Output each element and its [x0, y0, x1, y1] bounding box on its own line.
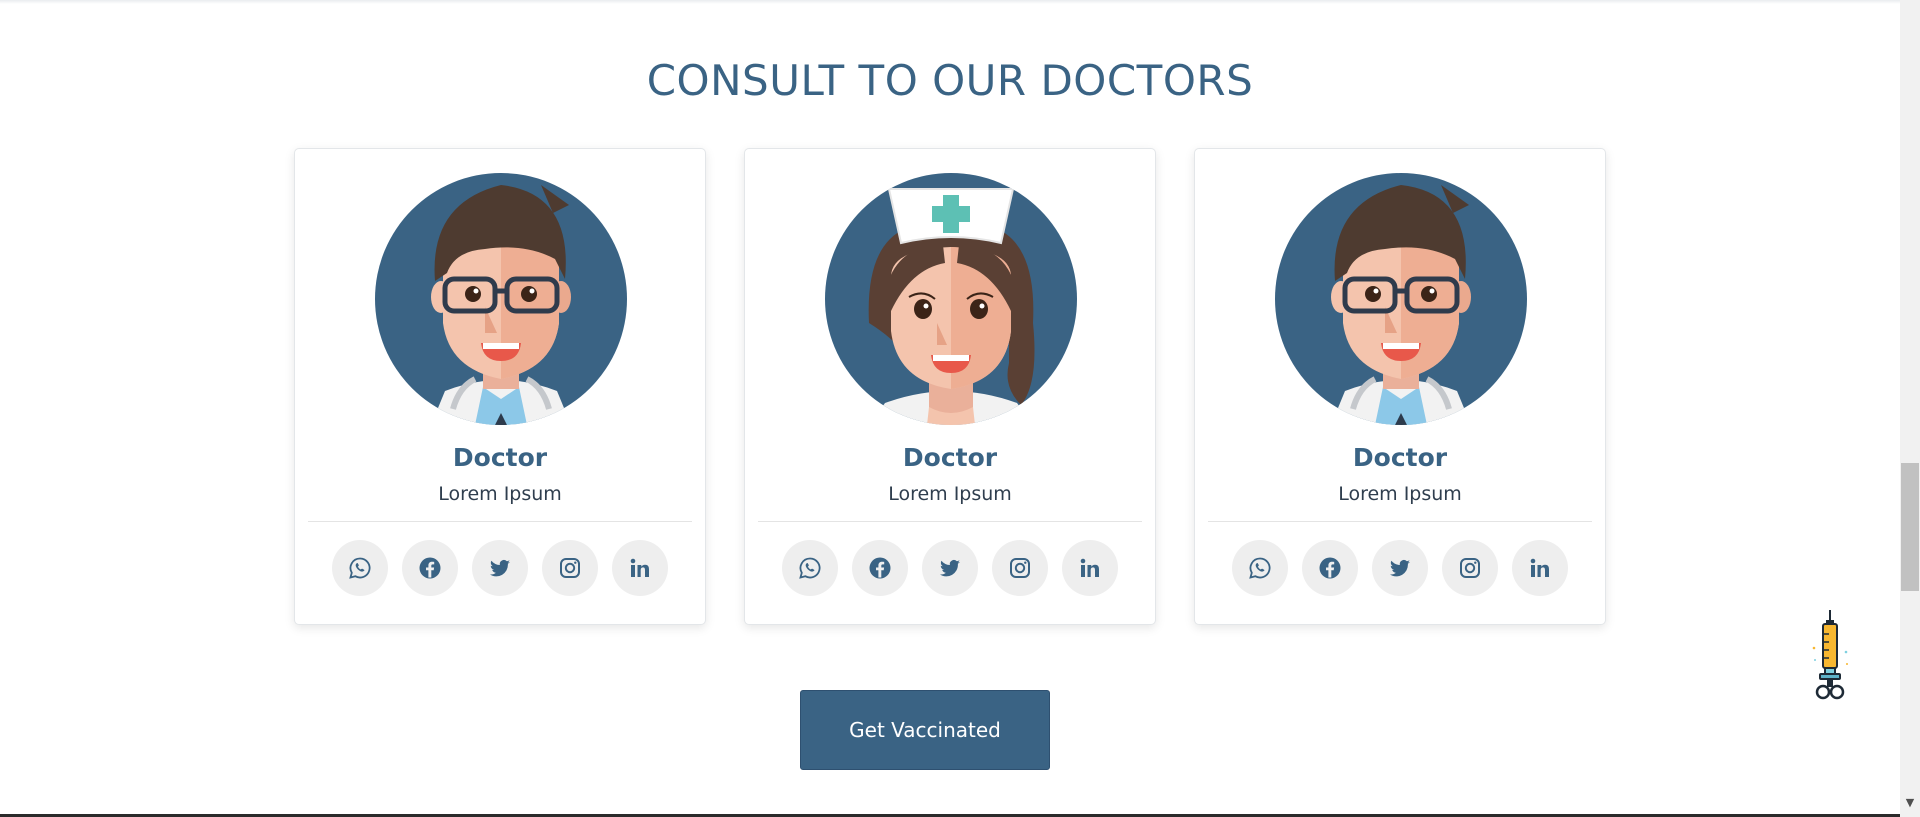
- linkedin-link[interactable]: [1512, 540, 1568, 596]
- facebook-link[interactable]: [402, 540, 458, 596]
- twitter-link[interactable]: [1372, 540, 1428, 596]
- linkedin-link[interactable]: [612, 540, 668, 596]
- linkedin-icon: [1080, 558, 1099, 577]
- doctor-name: Doctor: [902, 443, 998, 472]
- scrollbar-thumb[interactable]: [1901, 463, 1919, 591]
- card-divider: [1208, 521, 1592, 522]
- twitter-icon: [490, 559, 510, 577]
- social-links: [782, 540, 1122, 596]
- twitter-link[interactable]: [922, 540, 978, 596]
- social-links: [1232, 540, 1572, 596]
- instagram-icon: [560, 558, 580, 578]
- instagram-link[interactable]: [992, 540, 1048, 596]
- male-doctor-avatar: [1275, 173, 1527, 425]
- facebook-link[interactable]: [1302, 540, 1358, 596]
- facebook-icon: [1319, 557, 1341, 579]
- get-vaccinated-button[interactable]: Get Vaccinated: [800, 690, 1050, 770]
- doctor-card: Doctor Lorem Ipsum: [1194, 148, 1606, 625]
- facebook-icon: [869, 557, 891, 579]
- linkedin-icon: [630, 558, 649, 577]
- card-divider: [758, 521, 1142, 522]
- doctor-role: Lorem Ipsum: [438, 483, 562, 505]
- doctor-cards: Doctor Lorem Ipsum Doctor Lorem Ipsum Do…: [294, 148, 1606, 626]
- doctor-role: Lorem Ipsum: [888, 483, 1012, 505]
- whatsapp-link[interactable]: [1232, 540, 1288, 596]
- syringe-icon[interactable]: [1808, 608, 1852, 702]
- instagram-link[interactable]: [542, 540, 598, 596]
- instagram-icon: [1010, 558, 1030, 578]
- male-doctor-avatar: [375, 173, 627, 425]
- instagram-link[interactable]: [1442, 540, 1498, 596]
- doctor-role: Lorem Ipsum: [1338, 483, 1462, 505]
- chevron-down-icon[interactable]: ▼: [1903, 796, 1917, 810]
- scrollbar-track[interactable]: [1900, 0, 1920, 817]
- twitter-icon: [1390, 559, 1410, 577]
- facebook-icon: [419, 557, 441, 579]
- instagram-icon: [1460, 558, 1480, 578]
- nurse-avatar: [825, 173, 1077, 425]
- whatsapp-link[interactable]: [332, 540, 388, 596]
- linkedin-icon: [1530, 558, 1549, 577]
- linkedin-link[interactable]: [1062, 540, 1118, 596]
- header-shadow: [0, 0, 1900, 4]
- whatsapp-link[interactable]: [782, 540, 838, 596]
- doctor-name: Doctor: [452, 443, 548, 472]
- social-links: [332, 540, 672, 596]
- whatsapp-icon: [799, 557, 821, 579]
- twitter-link[interactable]: [472, 540, 528, 596]
- facebook-link[interactable]: [852, 540, 908, 596]
- doctor-card: Doctor Lorem Ipsum: [744, 148, 1156, 625]
- whatsapp-icon: [349, 557, 371, 579]
- card-divider: [308, 521, 692, 522]
- twitter-icon: [940, 559, 960, 577]
- doctor-card: Doctor Lorem Ipsum: [294, 148, 706, 625]
- whatsapp-icon: [1249, 557, 1271, 579]
- section-title: CONSULT TO OUR DOCTORS: [646, 56, 1254, 105]
- doctor-name: Doctor: [1352, 443, 1448, 472]
